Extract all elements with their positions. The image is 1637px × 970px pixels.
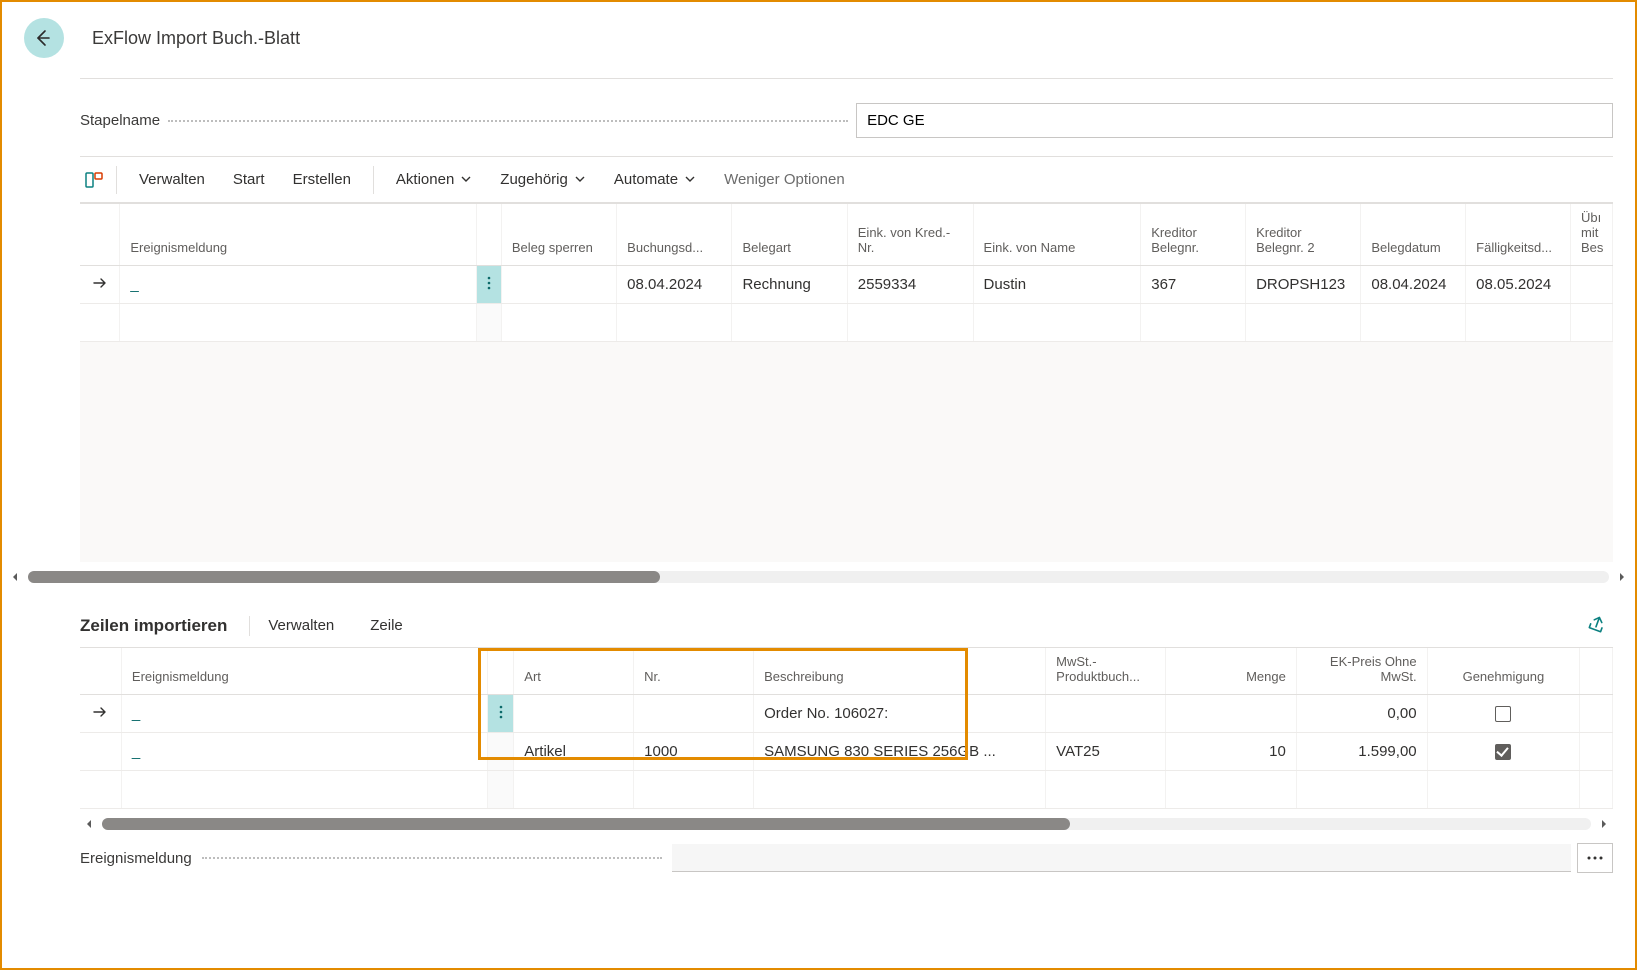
cell-lock[interactable] — [501, 266, 616, 304]
line-approved[interactable] — [1427, 733, 1580, 771]
lcol-type[interactable]: Art — [514, 648, 634, 695]
view-mode-icon[interactable] — [80, 170, 108, 190]
col-doc-date[interactable]: Belegdatum — [1361, 204, 1466, 266]
cell-vendor-doc-no2[interactable]: DROPSH123 — [1246, 266, 1361, 304]
dotted-leader — [202, 857, 662, 859]
line-vat[interactable] — [1046, 695, 1166, 733]
toolbar-start[interactable]: Start — [219, 159, 279, 200]
line-type[interactable] — [514, 695, 634, 733]
dotted-leader — [168, 120, 848, 122]
col-vendor-doc-no[interactable]: Kreditor Belegnr. — [1141, 204, 1246, 266]
lcol-approval[interactable]: Genehmigung — [1427, 648, 1580, 695]
col-extra[interactable]: Übı mit Bes — [1570, 204, 1612, 266]
ellipsis-icon — [1586, 855, 1604, 861]
col-buy-from-no[interactable]: Eink. von Kred.-Nr. — [847, 204, 973, 266]
cell-doc-type[interactable]: Rechnung — [732, 266, 847, 304]
toolbar-related[interactable]: Zugehörig — [486, 159, 600, 201]
lines-manage[interactable]: Verwalten — [250, 617, 352, 634]
line-menu-button[interactable] — [488, 695, 514, 733]
line-qty[interactable] — [1166, 695, 1297, 733]
row-menu-button[interactable] — [476, 266, 501, 304]
batch-label: Stapelname — [80, 112, 160, 129]
col-buy-from-name[interactable]: Eink. von Name — [973, 204, 1141, 266]
line-row-empty[interactable] — [80, 771, 1613, 809]
table-row-empty[interactable] — [80, 304, 1613, 342]
line-unit-cost[interactable]: 0,00 — [1296, 695, 1427, 733]
line-type[interactable]: Artikel — [514, 733, 634, 771]
cell-doc-date[interactable]: 08.04.2024 — [1361, 266, 1466, 304]
cell-posting-date[interactable]: 08.04.2024 — [617, 266, 732, 304]
line-unit-cost[interactable]: 1.599,00 — [1296, 733, 1427, 771]
footer-event-label: Ereignismeldung — [80, 850, 192, 867]
chevron-down-icon — [574, 171, 586, 189]
lines-title: Zeilen importieren — [80, 616, 250, 636]
scroll-right-icon[interactable] — [1595, 819, 1613, 829]
lines-grid: Ereignismeldung Art Nr. Beschreibung MwS… — [80, 648, 1613, 809]
toolbar: Verwalten Start Erstellen Aktionen Zugeh… — [80, 156, 1613, 204]
toolbar-manage[interactable]: Verwalten — [125, 159, 219, 200]
line-description[interactable]: Order No. 106027: — [754, 695, 1046, 733]
row-indicator-icon[interactable] — [80, 266, 120, 304]
batch-input[interactable] — [856, 103, 1613, 138]
line-qty[interactable]: 10 — [1166, 733, 1297, 771]
chevron-down-icon — [460, 171, 472, 189]
line-no[interactable]: 1000 — [634, 733, 754, 771]
scroll-left-icon[interactable] — [80, 819, 98, 829]
chevron-down-icon — [684, 171, 696, 189]
lcol-unit-cost[interactable]: EK-Preis Ohne MwSt. — [1296, 648, 1427, 695]
cell-vendor-doc-no[interactable]: 367 — [1141, 266, 1246, 304]
col-event[interactable]: Ereignismeldung — [120, 204, 476, 266]
main-grid: Ereignismeldung Beleg sperren Buchungsd.… — [80, 204, 1613, 342]
table-row[interactable]: _ 08.04.2024 Rechnung 2559334 Dustin 367… — [80, 266, 1613, 304]
lcol-event[interactable]: Ereignismeldung — [121, 648, 487, 695]
cell-buy-from-name[interactable]: Dustin — [973, 266, 1141, 304]
scroll-right-icon[interactable] — [1613, 572, 1631, 582]
row-indicator-icon[interactable] — [80, 695, 121, 733]
arrow-left-icon — [33, 28, 53, 48]
line-row[interactable]: _ Artikel 1000 SAMSUNG 830 SERIES 256GB … — [80, 733, 1613, 771]
line-description[interactable]: SAMSUNG 830 SERIES 256GB ... — [754, 733, 1046, 771]
col-due-date[interactable]: Fälligkeitsd... — [1466, 204, 1571, 266]
col-posting-date[interactable]: Buchungsd... — [617, 204, 732, 266]
event-value[interactable]: _ — [130, 276, 138, 293]
cell-buy-from-no[interactable]: 2559334 — [847, 266, 973, 304]
lcol-vat[interactable]: MwSt.-Produktbuch... — [1046, 648, 1166, 695]
lcol-no[interactable]: Nr. — [634, 648, 754, 695]
page-title: ExFlow Import Buch.-Blatt — [92, 28, 300, 49]
lcol-description[interactable]: Beschreibung — [754, 648, 1046, 695]
footer-event-input[interactable] — [672, 844, 1571, 872]
line-approved[interactable] — [1427, 695, 1580, 733]
line-event-value[interactable]: _ — [132, 705, 140, 722]
col-vendor-doc-no2[interactable]: Kreditor Belegnr. 2 — [1246, 204, 1361, 266]
lcol-qty[interactable]: Menge — [1166, 648, 1297, 695]
main-grid-scrollbar[interactable] — [6, 568, 1631, 586]
lines-scrollbar[interactable] — [80, 815, 1613, 833]
cell-due-date[interactable]: 08.05.2024 — [1466, 266, 1571, 304]
col-doc-type[interactable]: Belegart — [732, 204, 847, 266]
col-lock[interactable]: Beleg sperren — [501, 204, 616, 266]
line-no[interactable] — [634, 695, 754, 733]
share-icon[interactable] — [1587, 614, 1613, 637]
line-vat[interactable]: VAT25 — [1046, 733, 1166, 771]
lines-line[interactable]: Zeile — [352, 617, 421, 634]
toolbar-fewer-options[interactable]: Weniger Optionen — [710, 159, 859, 200]
scroll-left-icon[interactable] — [6, 572, 24, 582]
line-event-value[interactable]: _ — [132, 743, 140, 760]
toolbar-actions[interactable]: Aktionen — [382, 159, 486, 201]
line-row[interactable]: _ Order No. 106027: 0,00 — [80, 695, 1613, 733]
toolbar-create[interactable]: Erstellen — [279, 159, 365, 200]
back-button[interactable] — [24, 18, 64, 58]
more-button[interactable] — [1577, 843, 1613, 873]
toolbar-automate[interactable]: Automate — [600, 159, 710, 201]
